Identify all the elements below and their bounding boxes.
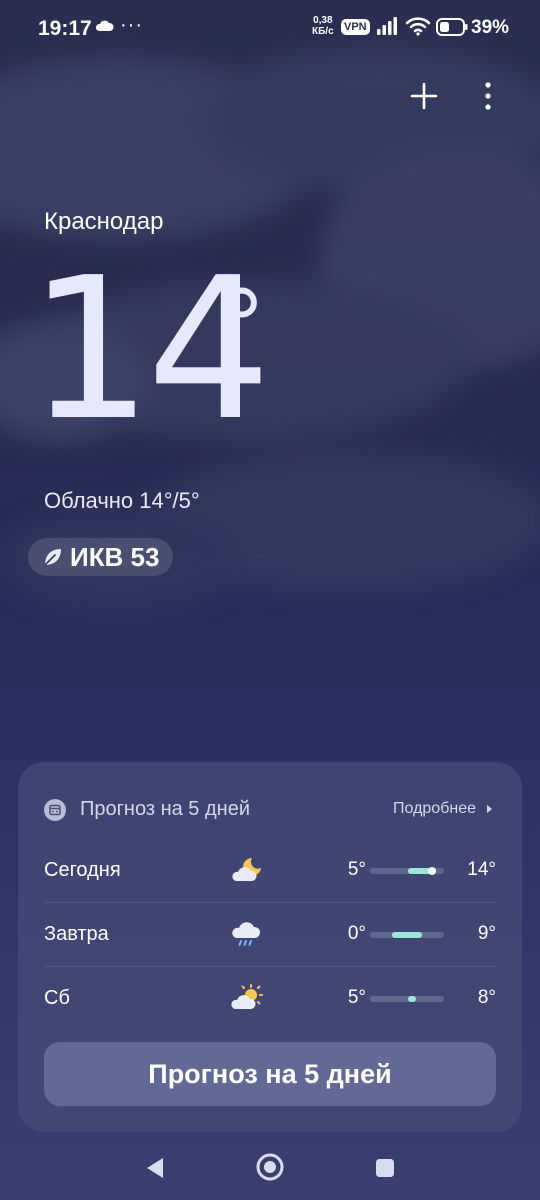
more-options-button[interactable] <box>468 76 508 116</box>
status-time: 19:17 <box>38 17 92 40</box>
forecast-low: 0° <box>347 923 366 944</box>
network-speed: 0,38 КБ/с <box>312 15 334 37</box>
five-day-forecast-button[interactable]: Прогноз на 5 дней <box>44 1042 496 1106</box>
aqi-chip[interactable]: ИКВ 53 <box>28 538 174 576</box>
temp-range-bar <box>370 932 444 938</box>
forecast-header: Прогноз на 5 дней <box>44 798 250 821</box>
forecast-more-label: Подробнее <box>393 800 476 817</box>
temp-range-bar <box>370 867 444 875</box>
back-button[interactable] <box>144 1156 166 1180</box>
forecast-title: Прогноз на 5 дней <box>80 798 250 820</box>
forecast-row-tomorrow[interactable]: Завтра 0° 9° <box>44 902 496 966</box>
forecast-more-link[interactable]: Подробнее <box>393 800 496 818</box>
chevron-right-icon <box>487 805 492 813</box>
forecast-day: Сб <box>44 987 70 1009</box>
forecast-low: 5° <box>347 987 366 1008</box>
add-city-button[interactable] <box>404 76 444 116</box>
navigation-bar <box>0 1140 540 1200</box>
forecast-day: Сегодня <box>44 859 121 881</box>
condition-summary: Облачно 14°/5° <box>44 488 200 513</box>
forecast-high: 8° <box>477 987 496 1008</box>
city-name: Краснодар <box>44 208 164 235</box>
wifi-icon <box>405 17 431 36</box>
leaf-icon <box>44 549 61 566</box>
recents-button[interactable] <box>374 1157 396 1179</box>
calendar-icon <box>44 798 66 821</box>
battery-icon <box>436 18 468 36</box>
battery-percent: 39% <box>471 17 510 38</box>
current-temp-dot <box>428 867 436 875</box>
forecast-high: 9° <box>477 923 496 944</box>
home-button[interactable] <box>255 1152 285 1182</box>
temp-range-fill <box>392 932 422 938</box>
cloudy-night-icon <box>232 858 261 881</box>
speed-unit: КБ/с <box>312 26 334 37</box>
cloud-icon <box>95 20 114 31</box>
forecast-row-saturday[interactable]: Сб 5° 8° <box>44 966 496 1030</box>
forecast-card: Прогноз на 5 дней Подробнее Сегодня 5° 1… <box>18 762 522 1132</box>
notification-dots: ··· <box>120 14 143 36</box>
partly-sunny-icon <box>231 984 263 1009</box>
speed-value: 0,38 <box>313 15 333 26</box>
rain-icon <box>232 922 261 946</box>
forecast-high: 14° <box>467 859 496 880</box>
forecast-day: Завтра <box>44 923 109 945</box>
signal-icon <box>377 17 397 35</box>
vpn-badge: VPN <box>341 19 370 35</box>
forecast-low: 5° <box>347 859 366 880</box>
degree-symbol: ° <box>218 270 266 382</box>
forecast-row-today[interactable]: Сегодня 5° 14° <box>44 838 496 902</box>
status-bar: 19:17 ··· 0,38 КБ/с VPN 39% <box>0 0 540 56</box>
temp-range-fill <box>408 996 416 1002</box>
temp-range-bar <box>370 996 444 1002</box>
aqi-label: ИКВ 53 <box>70 541 160 572</box>
